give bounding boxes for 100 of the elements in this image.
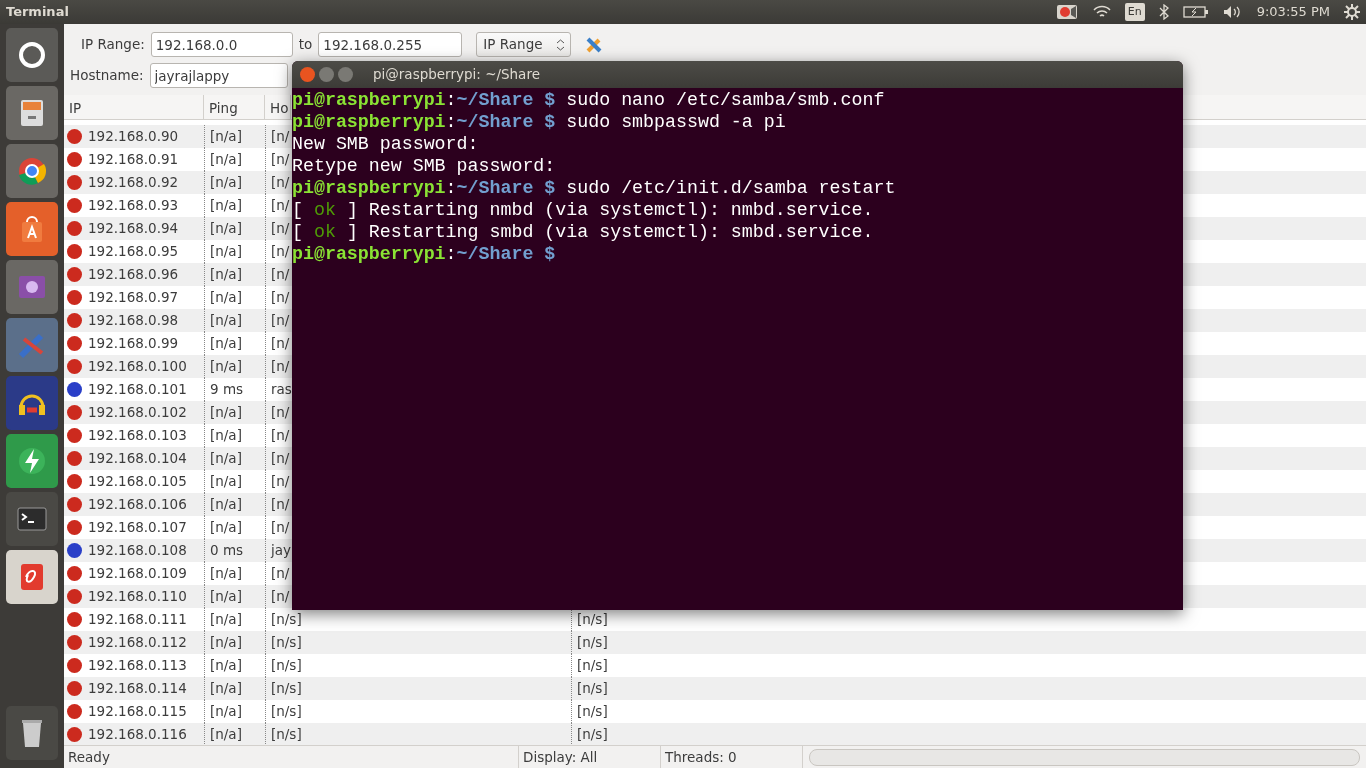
ip-cell-text: 192.168.0.111 [88, 610, 187, 630]
table-cell-text: [n/ [271, 587, 290, 607]
up-down-arrows-icon [556, 38, 564, 51]
table-cell-text: [n/s] [271, 725, 302, 745]
ping-cell-text: [n/a] [210, 518, 242, 538]
table-cell-text: [n/s] [577, 610, 608, 630]
ping-cell-text: [n/a] [210, 196, 242, 216]
terminal-line: Retype new SMB password: [292, 155, 557, 177]
ping-cell-text: [n/a] [210, 311, 242, 331]
table-cell-text: [n/ [271, 265, 290, 285]
range-end-field[interactable]: 192.168.0.255 [318, 32, 463, 57]
terminal-icon[interactable] [6, 492, 58, 546]
ip-cell-text: 192.168.0.102 [88, 403, 187, 423]
table-cell-text: [n/s] [577, 725, 608, 745]
trash-icon[interactable] [6, 706, 58, 760]
table-cell-text: [n/ [271, 196, 290, 216]
headphones-icon[interactable] [6, 376, 58, 430]
column-header[interactable]: IP [64, 95, 204, 119]
ping-cell-text: [n/a] [210, 357, 242, 377]
volume-icon[interactable] [1222, 5, 1243, 19]
column-header[interactable]: Ho [265, 95, 291, 119]
tools-icon[interactable] [584, 35, 603, 54]
ip-cell-text: 192.168.0.112 [88, 633, 187, 653]
table-cell-text: [n/ [271, 472, 290, 492]
ip-cell-text: 192.168.0.108 [88, 541, 187, 561]
ip-cell-text: 192.168.0.105 [88, 472, 187, 492]
table-cell-text: [n/s] [577, 656, 608, 676]
ip-cell-text: 192.168.0.98 [88, 311, 179, 331]
ip-cell-text: 192.168.0.101 [88, 380, 187, 400]
terminal-line: pi@raspberrypi:~/Share $ sudo /etc/init.d/samba restart [292, 177, 897, 199]
window-title: Terminal [6, 3, 69, 22]
table-cell-text: [n/ [271, 150, 290, 170]
ping-cell-text: [n/a] [210, 702, 242, 722]
ping-cell-text: [n/a] [210, 219, 242, 239]
ping-cell-text: [n/a] [210, 564, 242, 584]
table-cell-text: [n/ [271, 288, 290, 308]
minimize-button[interactable] [319, 67, 334, 82]
shopping-bag-icon[interactable] [6, 202, 58, 256]
close-button[interactable] [300, 67, 315, 82]
range-mode-dropdown[interactable]: IP Range [476, 32, 571, 57]
table-cell-text: [n/ [271, 426, 290, 446]
wifi-icon[interactable] [1092, 5, 1111, 19]
ip-cell-text: 192.168.0.106 [88, 495, 187, 515]
film-icon[interactable] [6, 260, 58, 314]
settings-icon[interactable] [1344, 4, 1360, 20]
ip-cell-text: 192.168.0.92 [88, 173, 179, 193]
ip-cell-text: 192.168.0.100 [88, 357, 187, 377]
battery-icon[interactable] [1182, 5, 1209, 19]
to-label: to [298, 35, 313, 55]
terminal-line: [ ok ] Restarting nmbd (via systemctl): nmbd.service. [292, 199, 875, 221]
ping-cell-text: [n/a] [210, 265, 242, 285]
table-cell-text: [n/ [271, 403, 290, 423]
ip-cell-text: 192.168.0.103 [88, 426, 187, 446]
file-cabinet-icon[interactable] [6, 86, 58, 140]
table-cell-text: ras [271, 380, 292, 400]
table-cell-text: [n/s] [271, 633, 302, 653]
browser-icon[interactable] [6, 144, 58, 198]
ip-cell-text: 192.168.0.96 [88, 265, 179, 285]
ip-cell-text: 192.168.0.91 [88, 150, 179, 170]
table-cell-text: [n/ [271, 173, 290, 193]
ip-cell-text: 192.168.0.99 [88, 334, 179, 354]
ping-cell-text: [n/a] [210, 426, 242, 446]
terminal-line: pi@raspberrypi:~/Share $ sudo nano /etc/samba/smb.conf [292, 89, 886, 111]
column-header[interactable]: Ping [204, 95, 265, 119]
ip-cell-text: 192.168.0.94 [88, 219, 179, 239]
display-filter: Display: All [519, 746, 661, 768]
range-start-field[interactable]: 192.168.0.0 [150, 32, 293, 57]
document-icon[interactable] [6, 550, 58, 604]
keyboard-layout-indicator[interactable]: En [1124, 2, 1145, 22]
ping-cell-text: [n/a] [210, 288, 242, 308]
ping-cell-text: [n/a] [210, 242, 242, 262]
lightning-icon[interactable] [6, 434, 58, 488]
status-text: Ready [64, 746, 519, 768]
ping-cell-text: [n/a] [210, 633, 242, 653]
table-cell-text: [n/s] [271, 679, 302, 699]
ping-cell-text: [n/a] [210, 587, 242, 607]
table-cell-text: [n/ [271, 334, 290, 354]
table-cell-text: [n/ [271, 518, 290, 538]
ip-cell-text: 192.168.0.115 [88, 702, 187, 722]
ip-range-label: IP Range: [81, 35, 145, 55]
ping-cell-text: [n/a] [210, 656, 242, 676]
ip-cell-text: 192.168.0.97 [88, 288, 179, 308]
ip-cell-text: 192.168.0.113 [88, 656, 187, 676]
maximize-button[interactable] [338, 67, 353, 82]
ping-cell-text: [n/a] [210, 173, 242, 193]
table-cell-text: jay [271, 541, 291, 561]
ip-cell-text: 192.168.0.95 [88, 242, 179, 262]
ping-cell-text: 9 ms [210, 380, 244, 400]
ip-cell-text: 192.168.0.116 [88, 725, 187, 745]
table-cell-text: [n/ [271, 242, 290, 262]
ping-cell-text: [n/a] [210, 725, 242, 745]
bluetooth-icon[interactable] [1158, 4, 1169, 20]
clock[interactable]: 9:03:55 PM [1256, 2, 1330, 22]
ping-cell-text: [n/a] [210, 495, 242, 515]
hostname-field[interactable]: jayrajlappy [149, 63, 288, 88]
ping-cell-text: [n/a] [210, 127, 242, 147]
table-cell-text: [n/s] [271, 656, 302, 676]
record-icon[interactable] [1056, 4, 1079, 20]
terminal-title: pi@raspberrypi: ~/Share [373, 65, 540, 85]
ping-cell-text: [n/a] [210, 679, 242, 699]
